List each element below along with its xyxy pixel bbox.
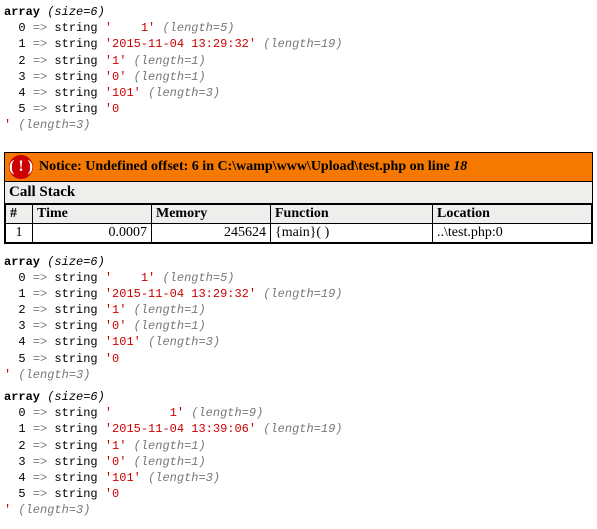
var-dump-1: array (size=6) 0 => string ' 1' (length=…	[4, 4, 593, 134]
stack-time: 0.0007	[33, 223, 152, 242]
error-icon: ( ! )	[9, 155, 33, 179]
error-label: Notice:	[39, 159, 85, 174]
xdebug-error-header: ( ! ) Notice: Undefined offset: 6 in C:\…	[5, 153, 592, 182]
col-function: Function	[271, 204, 433, 223]
col-time: Time	[33, 204, 152, 223]
xdebug-error-box: ( ! ) Notice: Undefined offset: 6 in C:\…	[4, 152, 593, 244]
col-memory: Memory	[152, 204, 271, 223]
var-dump-3: array (size=6) 0 => string ' 1' (length=…	[4, 389, 593, 519]
call-stack-title: Call Stack	[5, 182, 592, 204]
error-message: Undefined offset: 6 in C:\wamp\www\Uploa…	[85, 159, 453, 174]
stack-index: 1	[6, 223, 33, 242]
stack-memory: 245624	[152, 223, 271, 242]
var-dump-2: array (size=6) 0 => string ' 1' (length=…	[4, 254, 593, 384]
call-stack-row: 1 0.0007 245624 {main}( ) ..\test.php:0	[6, 223, 592, 242]
stack-function: {main}( )	[271, 223, 433, 242]
xdebug-error-title: Notice: Undefined offset: 6 in C:\wamp\w…	[39, 159, 467, 175]
col-num: #	[6, 204, 33, 223]
col-location: Location	[433, 204, 592, 223]
error-line: 18	[453, 159, 467, 174]
call-stack-table: # Time Memory Function Location 1 0.0007…	[5, 204, 592, 243]
stack-location: ..\test.php:0	[433, 223, 592, 242]
call-stack-header-row: # Time Memory Function Location	[6, 204, 592, 223]
